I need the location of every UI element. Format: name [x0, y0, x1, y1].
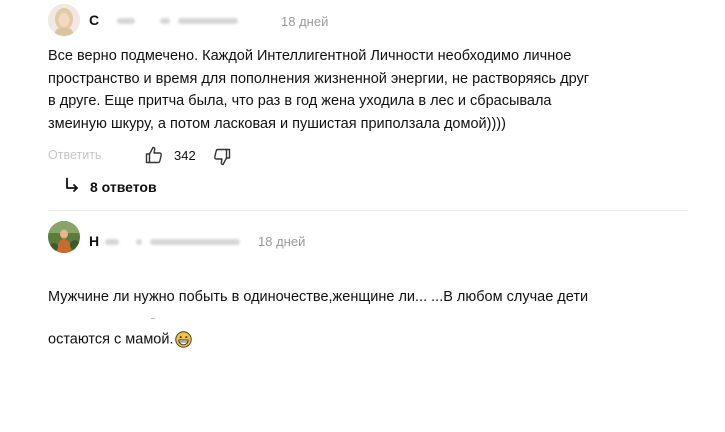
comment-time: 18 дней [258, 234, 306, 249]
comment-author[interactable]: Н [89, 233, 240, 249]
blurred-name [135, 239, 142, 246]
blurred-name [177, 18, 238, 25]
like-count: 342 [174, 148, 196, 163]
comment-divider [48, 210, 688, 211]
blurred-name [149, 239, 240, 246]
thumbs-up-icon[interactable] [144, 145, 164, 165]
avatar[interactable] [48, 221, 80, 253]
comment-text: Все верно подмечено. Каждой Интеллигентн… [48, 48, 590, 132]
blurred-name [105, 239, 120, 246]
comment-time: 18 дней [281, 14, 329, 29]
reply-button[interactable]: Ответить [48, 148, 101, 162]
reply-arrow-icon [64, 177, 80, 195]
blurred-name [117, 18, 136, 25]
grinning-face-emoji [174, 308, 192, 348]
comment-author[interactable]: С [89, 12, 238, 28]
comment-text: Мужчине ли нужно побыть в одиночестве,же… [48, 288, 589, 348]
avatar[interactable] [48, 4, 80, 36]
thumbs-down-icon[interactable] [212, 147, 232, 167]
blurred-name [159, 18, 170, 25]
artifact-dot [151, 318, 155, 319]
replies-count: 8 ответов [90, 179, 157, 195]
